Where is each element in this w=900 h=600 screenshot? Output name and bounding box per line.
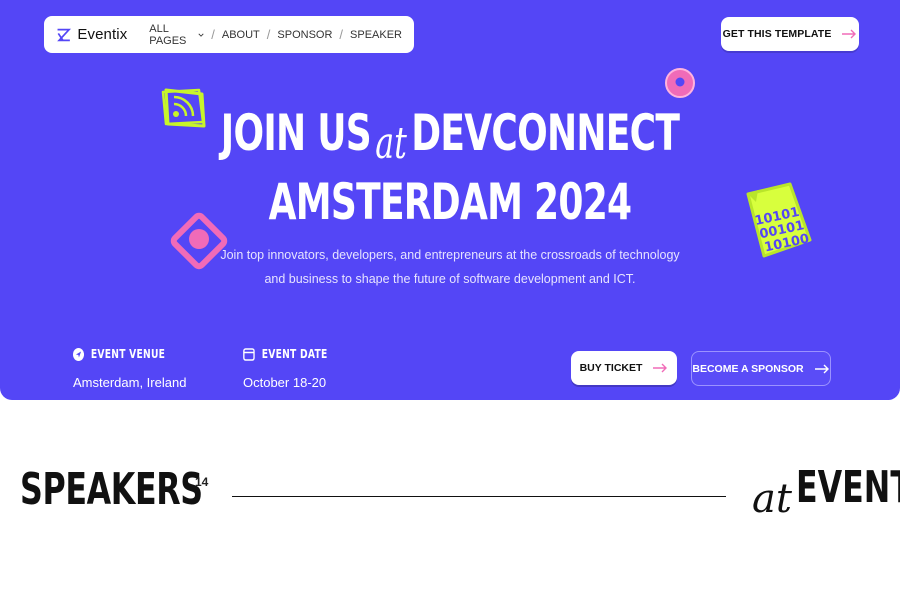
headline-devconnect: DEVCONNECT [411, 104, 680, 162]
event-date-label: EVENT DATE [243, 347, 327, 361]
nav-separator: / [211, 27, 215, 42]
event-date-value: October 18-20 [243, 375, 327, 390]
buy-ticket-label: BUY TICKET [579, 362, 643, 374]
at-event-word: EVENT [795, 462, 900, 513]
navbar: Eventix ALL PAGES / ABOUT / SPONSOR / SP… [44, 16, 414, 53]
arrow-right-icon [842, 29, 857, 39]
location-icon [73, 347, 85, 361]
eventix-logo-icon[interactable] [56, 25, 72, 45]
nav-all-pages[interactable]: ALL PAGES [149, 23, 204, 47]
headline-line-2: AMSTERDAM 2024 [268, 173, 632, 231]
nav-separator: / [266, 27, 271, 42]
headline-line-1: JOIN USatDEVCONNECT [126, 108, 774, 166]
arrow-right-icon [653, 363, 668, 373]
nav-speaker[interactable]: SPEAKER [350, 29, 402, 41]
get-template-button[interactable]: GET THIS TEMPLATE [721, 17, 859, 51]
speakers-title: SPEAKERS [20, 464, 203, 515]
buy-ticket-button[interactable]: BUY TICKET [571, 351, 677, 385]
event-venue-label: EVENT VENUE [73, 347, 165, 361]
donut-sticker-icon [665, 68, 695, 98]
at-event-heading: atEVENT [752, 462, 900, 520]
event-venue-label-text: EVENT VENUE [90, 347, 166, 361]
arrow-right-icon [814, 364, 829, 373]
nav-sponsor[interactable]: SPONSOR [277, 29, 332, 41]
headline-at: at [375, 118, 407, 169]
logo-text[interactable]: Eventix [77, 26, 127, 43]
hero-section: Eventix ALL PAGES / ABOUT / SPONSOR / SP… [0, 0, 900, 400]
nav-about[interactable]: ABOUT [222, 29, 260, 41]
section-divider [232, 496, 726, 497]
become-sponsor-label: BECOME A SPONSOR [692, 362, 804, 375]
nav-separator: / [339, 27, 344, 42]
nav-all-pages-label: ALL PAGES [149, 22, 187, 47]
at-event-at: at [752, 476, 792, 522]
become-sponsor-button[interactable]: BECOME A SPONSOR [691, 351, 831, 386]
calendar-icon [243, 348, 255, 361]
subtitle-line-2: and business to shape the future of soft… [264, 272, 636, 286]
hero-subtitle: Join top innovators, developers, and ent… [200, 243, 700, 291]
headline-join-us: JOIN US [220, 104, 372, 162]
chevron-down-icon [198, 33, 204, 37]
event-date-label-text: EVENT DATE [261, 347, 328, 361]
get-template-label: GET THIS TEMPLATE [722, 28, 832, 40]
event-venue-value: Amsterdam, Ireland [73, 375, 187, 390]
subtitle-line-1: Join top innovators, developers, and ent… [220, 248, 680, 262]
speakers-count: 14 [195, 475, 209, 489]
